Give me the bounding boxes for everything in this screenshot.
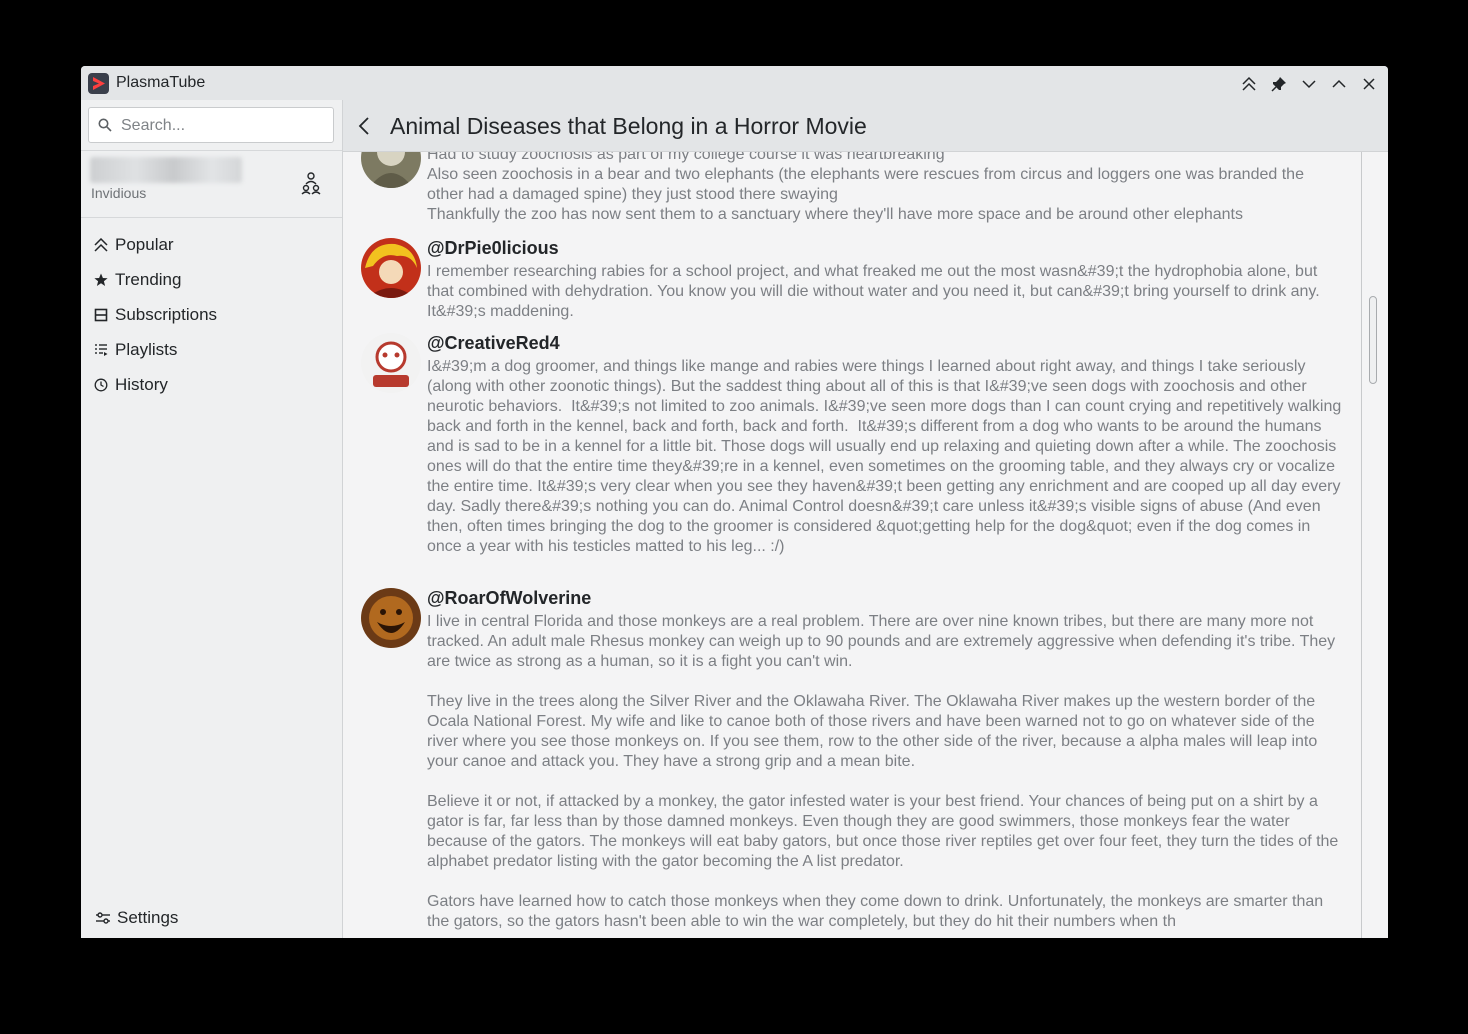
- sidebar: Invidious Popular Trending: [81, 100, 343, 938]
- maximize-button[interactable]: [1329, 74, 1349, 94]
- star-icon: [93, 272, 109, 288]
- sidebar-item-label: Trending: [115, 269, 182, 289]
- sidebar-item-label: Playlists: [115, 339, 178, 359]
- search-icon: [98, 118, 112, 132]
- chevron-left-icon: [358, 117, 369, 135]
- window-title: PlasmaTube: [116, 74, 206, 91]
- account-section: Invidious: [81, 150, 342, 218]
- sidebar-item-label: History: [115, 374, 168, 394]
- chevron-up-icon: [1332, 79, 1346, 88]
- settings-label: Settings: [117, 908, 179, 927]
- comment-text: I remember researching rabies for a scho…: [427, 263, 1325, 320]
- playlists-icon: [93, 342, 109, 358]
- vertical-scrollbar[interactable]: [1369, 296, 1377, 384]
- avatar[interactable]: [361, 588, 421, 648]
- double-chevron-up-icon: [1242, 76, 1256, 91]
- comment-author[interactable]: @DrPie0licious: [427, 238, 559, 259]
- popular-icon: [93, 237, 109, 253]
- sidebar-item-popular[interactable]: Popular: [81, 227, 342, 262]
- page-title: Animal Diseases that Belong in a Horror …: [390, 113, 867, 139]
- sidebar-item-playlists[interactable]: Playlists: [81, 332, 342, 367]
- title-bar[interactable]: PlasmaTube: [81, 66, 1388, 100]
- switch-account-button[interactable]: [300, 171, 322, 195]
- comments-list[interactable]: Had to study zoochosis as part of my col…: [343, 152, 1361, 938]
- search-box[interactable]: [88, 107, 334, 143]
- sidebar-item-history[interactable]: History: [81, 367, 342, 402]
- comment-text: I&#39;m a dog groomer, and things like m…: [427, 358, 1346, 555]
- pin-icon: [1271, 77, 1286, 92]
- clock-icon: [93, 377, 109, 393]
- sidebar-item-label: Popular: [115, 234, 174, 254]
- sidebar-item-trending[interactable]: Trending: [81, 262, 342, 297]
- keep-above-button[interactable]: [1239, 74, 1259, 94]
- settings-button[interactable]: Settings: [81, 898, 342, 938]
- subscriptions-icon: [93, 307, 109, 323]
- sidebar-item-subscriptions[interactable]: Subscriptions: [81, 297, 342, 332]
- avatar[interactable]: [361, 238, 421, 298]
- app-window: PlasmaTube Invidious: [81, 66, 1388, 938]
- sidebar-nav: Popular Trending Subscriptions Playlists: [81, 227, 342, 402]
- avatar[interactable]: [361, 333, 421, 393]
- pin-button[interactable]: [1269, 74, 1289, 94]
- comment-text: Had to study zoochosis as part of my col…: [427, 152, 1304, 223]
- search-input[interactable]: [119, 115, 323, 137]
- sidebar-item-label: Subscriptions: [115, 304, 218, 324]
- account-name-blurred: [90, 157, 242, 183]
- settings-sliders-icon: [95, 910, 111, 926]
- chevron-down-icon: [1302, 80, 1316, 89]
- close-button[interactable]: [1359, 74, 1379, 94]
- minimize-button[interactable]: [1299, 74, 1319, 94]
- account-provider: Invidious: [91, 185, 147, 201]
- back-button[interactable]: [353, 114, 375, 138]
- comment-text: I live in central Florida and those monk…: [427, 613, 1339, 930]
- content-divider: [1361, 152, 1362, 938]
- plasmatube-logo-icon: [88, 73, 109, 94]
- comment-author[interactable]: @CreativeRed4: [427, 333, 560, 354]
- page-header: Animal Diseases that Belong in a Horror …: [343, 100, 1388, 152]
- avatar[interactable]: [361, 152, 421, 188]
- comment-author[interactable]: @RoarOfWolverine: [427, 588, 591, 609]
- switch-account-icon: [301, 172, 321, 195]
- close-icon: [1363, 78, 1375, 90]
